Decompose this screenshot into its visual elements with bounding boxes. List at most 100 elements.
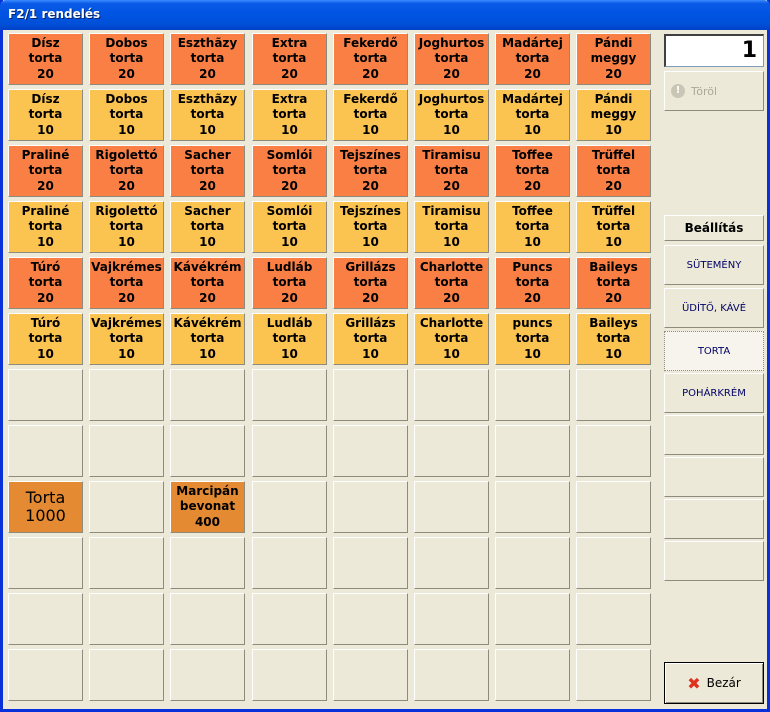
product-button[interactable]: Ludláb torta 10 (252, 313, 327, 365)
product-button[interactable]: Joghurtos torta 10 (414, 89, 489, 141)
close-button[interactable]: ✖ Bezár (664, 662, 764, 704)
empty-slot-button[interactable] (8, 649, 83, 701)
product-button[interactable]: Grillázs torta 10 (333, 313, 408, 365)
empty-slot-button[interactable] (170, 649, 245, 701)
product-button[interactable]: Pándi meggy 20 (576, 33, 651, 85)
product-button[interactable]: Joghurtos torta 20 (414, 33, 489, 85)
product-button[interactable]: Baileys torta 20 (576, 257, 651, 309)
empty-slot-button[interactable] (170, 425, 245, 477)
empty-slot-button[interactable] (252, 593, 327, 645)
empty-slot-button[interactable] (414, 649, 489, 701)
product-button[interactable]: Somlói torta 20 (252, 145, 327, 197)
product-button[interactable]: Sacher torta 10 (170, 201, 245, 253)
product-button[interactable]: Charlotte torta 10 (414, 313, 489, 365)
product-button[interactable]: Praliné torta 10 (8, 201, 83, 253)
empty-slot-button[interactable] (89, 425, 164, 477)
product-button[interactable]: Rigolettó torta 20 (89, 145, 164, 197)
empty-slot-button[interactable] (414, 425, 489, 477)
empty-slot-button[interactable] (89, 537, 164, 589)
settings-button[interactable]: Beállítás (664, 215, 764, 241)
product-button[interactable]: Túró torta 20 (8, 257, 83, 309)
empty-slot-button[interactable] (414, 593, 489, 645)
product-button[interactable]: Somlói torta 10 (252, 201, 327, 253)
product-button[interactable]: Rigolettó torta 10 (89, 201, 164, 253)
delete-button[interactable]: ! Töröl (664, 71, 764, 111)
product-button[interactable]: Grillázs torta 20 (333, 257, 408, 309)
category-button[interactable]: POHÁRKRÉM (664, 373, 764, 413)
empty-slot-button[interactable] (495, 537, 570, 589)
product-button[interactable]: Eszthãzy torta 10 (170, 89, 245, 141)
empty-slot-button[interactable] (170, 593, 245, 645)
empty-slot-button[interactable] (576, 537, 651, 589)
empty-slot-button[interactable] (495, 593, 570, 645)
empty-category-button[interactable] (664, 541, 764, 581)
empty-slot-button[interactable] (495, 481, 570, 533)
empty-slot-button[interactable] (252, 369, 327, 421)
product-button[interactable]: Fekerdő torta 10 (333, 89, 408, 141)
empty-slot-button[interactable] (252, 537, 327, 589)
empty-slot-button[interactable] (8, 425, 83, 477)
title-bar[interactable]: F2/1 rendelés (0, 0, 770, 30)
empty-slot-button[interactable] (333, 649, 408, 701)
empty-slot-button[interactable] (576, 593, 651, 645)
empty-slot-button[interactable] (414, 481, 489, 533)
product-button[interactable]: Túró torta 10 (8, 313, 83, 365)
product-button[interactable]: Kávékrém torta 10 (170, 313, 245, 365)
product-button[interactable]: Sacher torta 20 (170, 145, 245, 197)
empty-slot-button[interactable] (576, 369, 651, 421)
empty-slot-button[interactable] (252, 481, 327, 533)
empty-slot-button[interactable] (333, 369, 408, 421)
empty-slot-button[interactable] (8, 369, 83, 421)
empty-slot-button[interactable] (333, 481, 408, 533)
product-button[interactable]: Fekerdő torta 20 (333, 33, 408, 85)
product-button[interactable]: Dísz torta 10 (8, 89, 83, 141)
empty-category-button[interactable] (664, 499, 764, 539)
product-button[interactable]: puncs torta 10 (495, 313, 570, 365)
product-button[interactable]: Trüffel torta 20 (576, 145, 651, 197)
product-button[interactable]: Tejszínes torta 20 (333, 145, 408, 197)
empty-slot-button[interactable] (576, 481, 651, 533)
empty-slot-button[interactable] (414, 369, 489, 421)
product-button[interactable]: Puncs torta 20 (495, 257, 570, 309)
product-button[interactable]: Dobos torta 10 (89, 89, 164, 141)
product-button[interactable]: Trüffel torta 10 (576, 201, 651, 253)
empty-slot-button[interactable] (333, 425, 408, 477)
empty-slot-button[interactable] (89, 369, 164, 421)
product-button[interactable]: Dobos torta 20 (89, 33, 164, 85)
empty-slot-button[interactable] (8, 593, 83, 645)
empty-slot-button[interactable] (252, 425, 327, 477)
product-button[interactable]: Extra torta 10 (252, 89, 327, 141)
product-button[interactable]: Toffee torta 10 (495, 201, 570, 253)
empty-slot-button[interactable] (89, 593, 164, 645)
empty-slot-button[interactable] (170, 369, 245, 421)
product-button[interactable]: Kávékrém torta 20 (170, 257, 245, 309)
product-button[interactable]: Vajkrémes torta 10 (89, 313, 164, 365)
empty-slot-button[interactable] (170, 537, 245, 589)
product-button[interactable]: Praliné torta 20 (8, 145, 83, 197)
category-button[interactable]: TORTA (664, 331, 764, 371)
category-button[interactable]: SÜTEMÉNY (664, 245, 764, 285)
empty-category-button[interactable] (664, 457, 764, 497)
product-button[interactable]: Baileys torta 10 (576, 313, 651, 365)
product-button[interactable]: Ludláb torta 20 (252, 257, 327, 309)
empty-slot-button[interactable] (495, 369, 570, 421)
product-button[interactable]: Torta 1000 (8, 481, 83, 533)
empty-slot-button[interactable] (414, 537, 489, 589)
empty-slot-button[interactable] (333, 593, 408, 645)
empty-category-button[interactable] (664, 415, 764, 455)
empty-slot-button[interactable] (495, 649, 570, 701)
product-button[interactable]: Toffee torta 20 (495, 145, 570, 197)
empty-slot-button[interactable] (576, 649, 651, 701)
empty-slot-button[interactable] (8, 537, 83, 589)
product-button[interactable]: Tiramisu torta 20 (414, 145, 489, 197)
empty-slot-button[interactable] (576, 425, 651, 477)
product-button[interactable]: Tejszínes torta 10 (333, 201, 408, 253)
category-button[interactable]: ÜDÍTŐ, KÁVÉ (664, 288, 764, 328)
product-button[interactable]: Pándi meggy 10 (576, 89, 651, 141)
product-button[interactable]: Tiramisu torta 10 (414, 201, 489, 253)
product-button[interactable]: Madártej torta 20 (495, 33, 570, 85)
empty-slot-button[interactable] (252, 649, 327, 701)
product-button[interactable]: Vajkrémes torta 20 (89, 257, 164, 309)
product-button[interactable]: Madártej torta 10 (495, 89, 570, 141)
product-button[interactable]: Marcipán bevonat 400 (170, 481, 245, 533)
